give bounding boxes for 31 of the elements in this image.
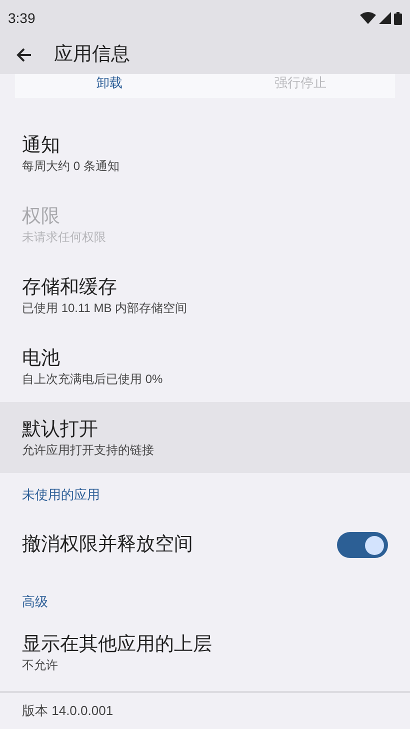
setting-summary: 不允许: [22, 656, 59, 673]
setting-title: 显示在其他应用的上层: [22, 632, 213, 657]
settings-item[interactable]: 电池 自上次充满电后已使用 0%: [0, 331, 410, 402]
section-header: 未使用的应用: [22, 486, 100, 504]
setting-summary: 允许应用打开支持的链接: [22, 442, 155, 458]
wifi-icon: [360, 12, 376, 24]
signal-icon: [379, 12, 391, 24]
setting-title: 存储和缓存: [22, 276, 118, 300]
setting-title: 撤消权限并释放空间: [22, 533, 193, 558]
back-arrow-icon: [16, 47, 32, 63]
setting-summary: 已使用 10.11 MB 内部存储空间: [22, 300, 188, 316]
setting-title: 默认打开: [22, 418, 99, 442]
setting-summary: 自上次充满电后已使用 0%: [22, 370, 164, 387]
toggle-switch[interactable]: [337, 532, 388, 558]
settings-item[interactable]: 显示在其他应用的上层 不允许: [0, 617, 410, 688]
setting-summary: 未请求任何权限: [22, 228, 107, 245]
settings-item[interactable]: 存储和缓存 已使用 10.11 MB 内部存储空间: [0, 260, 410, 332]
setting-title: 权限: [22, 204, 61, 229]
setting-title: 电池: [22, 346, 61, 371]
settings-item[interactable]: 通知 每周大约 0 条通知: [0, 118, 410, 190]
battery-icon: [394, 12, 402, 24]
back-button[interactable]: [16, 47, 32, 63]
action-button[interactable]: 卸载: [15, 74, 204, 98]
switch-row[interactable]: 撤消权限并释放空间: [0, 510, 410, 580]
setting-summary: 每周大约 0 条通知: [22, 158, 120, 174]
settings-item[interactable]: 默认打开 允许应用打开支持的链接: [0, 402, 410, 474]
section-header: 高级: [22, 592, 48, 611]
page-title: 应用信息: [54, 42, 130, 67]
version-text: 版本 14.0.0.001: [22, 702, 114, 720]
status-time: 3:39: [8, 8, 36, 28]
setting-title: 通知: [22, 134, 61, 158]
